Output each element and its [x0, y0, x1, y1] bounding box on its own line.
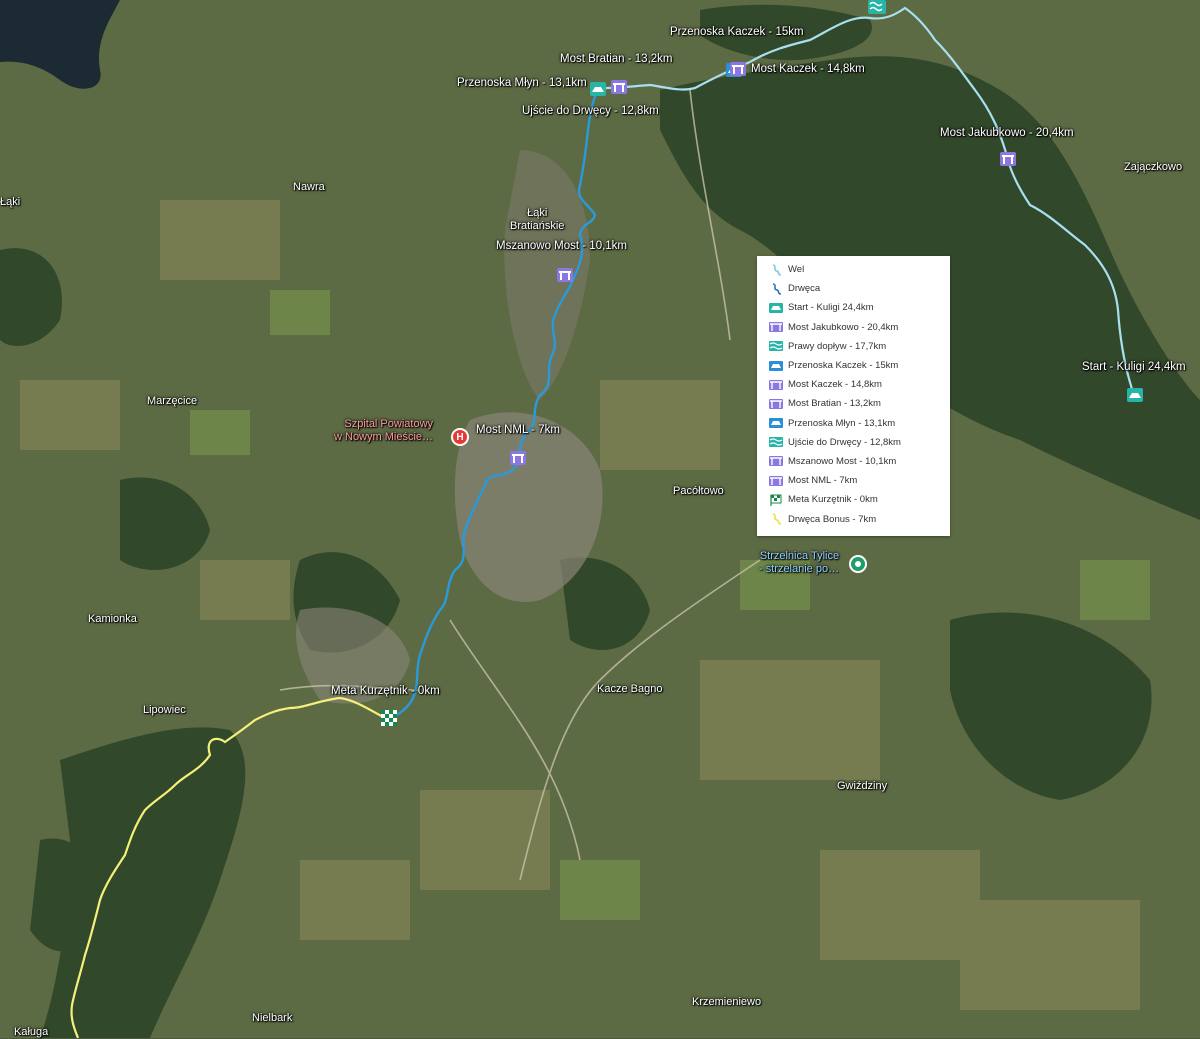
legend-item-label: Drwęca: [788, 283, 821, 295]
legend-item[interactable]: Przenoska Kaczek - 15km: [757, 356, 950, 375]
legend-item-label: Start - Kuligi 24,4km: [788, 302, 874, 314]
portage-icon: [769, 360, 783, 371]
place-label-zajaczkowo: Zajączkowo: [1124, 161, 1183, 173]
legend-item[interactable]: Prawy dopływ - 17,7km: [757, 337, 950, 356]
legend-item-label: Most Bratian - 13,2km: [788, 398, 881, 410]
route-label-przenoska-kaczek[interactable]: Przenoska Kaczek - 15km: [670, 26, 804, 39]
legend-item-label: Meta Kurzętnik - 0km: [788, 494, 878, 506]
legend-item-label: Mszanowo Most - 10,1km: [788, 455, 897, 467]
legend-item[interactable]: Wel: [757, 260, 950, 279]
legend-item[interactable]: Meta Kurzętnik - 0km: [757, 490, 950, 509]
legend-item[interactable]: Most Bratian - 13,2km: [757, 394, 950, 413]
water-icon: [769, 341, 783, 352]
legend-item-label: Most Kaczek - 14,8km: [788, 379, 882, 391]
route-label-start[interactable]: Start - Kuligi 24,4km: [1082, 361, 1186, 374]
hospital-label[interactable]: Szpital Powiatowy w Nowym Mieście…: [334, 418, 433, 444]
water-icon: [769, 437, 783, 448]
route-label-most-kaczek[interactable]: Most Kaczek - 14,8km: [751, 63, 865, 76]
legend-item-label: Ujście do Drwęcy - 12,8km: [788, 436, 901, 448]
start-kayak-marker: [1127, 388, 1143, 402]
location-pin-icon[interactable]: [849, 555, 867, 573]
legend-item[interactable]: Start - Kuligi 24,4km: [757, 298, 950, 317]
route-label-most-nml[interactable]: Most NML - 7km: [476, 424, 560, 437]
kayak-icon: [769, 302, 783, 313]
river-line-icon: [772, 263, 782, 276]
legend-item-label: Prawy dopływ - 17,7km: [788, 340, 887, 352]
map-legend: Wel Drwęca Start - Kuligi 24,4km Most Jakub…: [757, 256, 950, 536]
place-label-nawra: Nawra: [293, 181, 325, 193]
bridge-marker-bratian: [611, 80, 627, 94]
river-line-icon: [772, 282, 782, 295]
bridge-icon: [769, 398, 783, 409]
legend-item[interactable]: Mszanowo Most - 10,1km: [757, 452, 950, 471]
legend-item-label: Drwęca Bonus - 7km: [788, 513, 877, 525]
legend-item-label: Wel: [788, 264, 805, 276]
place-label-nielbark: Nielbark: [252, 1012, 293, 1024]
route-label-most-bratian[interactable]: Most Bratian - 13,2km: [560, 53, 672, 66]
water-marker-prawy: [868, 0, 886, 14]
bridge-marker-mszanowo: [557, 268, 573, 282]
route-label-mszanowo[interactable]: Mszanowo Most - 10,1km: [496, 240, 627, 253]
legend-item[interactable]: Most NML - 7km: [757, 471, 950, 490]
legend-item[interactable]: Przenoska Młyn - 13,1km: [757, 414, 950, 433]
legend-item-label: Most Jakubkowo - 20,4km: [788, 321, 899, 333]
bridge-marker-kaczek: [730, 62, 746, 76]
place-label-laki-edge: Łąki: [0, 196, 21, 208]
place-label-kaluga: Kaługa: [14, 1026, 49, 1038]
bridge-icon: [769, 456, 783, 467]
place-label-pacoltowo: Pacółtowo: [673, 485, 724, 497]
route-label-przenoska-mlyn[interactable]: Przenoska Młyn - 13,1km: [457, 77, 587, 90]
legend-item-label: Przenoska Młyn - 13,1km: [788, 417, 896, 429]
bridge-icon: [769, 322, 783, 333]
satellite-map[interactable]: [0, 0, 1200, 1038]
legend-item[interactable]: Drwęca Bonus - 7km: [757, 509, 950, 528]
place-label-laki: Łąki Bratiańskie: [510, 207, 565, 232]
hospital-icon[interactable]: H: [451, 428, 469, 446]
legend-item[interactable]: Most Kaczek - 14,8km: [757, 375, 950, 394]
poi-label[interactable]: Strzelnica Tylice - strzelanie po…: [759, 550, 839, 576]
route-label-meta[interactable]: Meta Kurzętnik - 0km: [331, 685, 440, 698]
bridge-marker-jakubkowo: [1000, 152, 1016, 166]
portage-marker-mlyn: [590, 82, 606, 96]
legend-item-label: Most NML - 7km: [788, 475, 858, 487]
bridge-icon: [769, 475, 783, 486]
portage-icon: [769, 418, 783, 429]
route-label-ujscie[interactable]: Ujście do Drwęcy - 12,8km: [522, 105, 659, 118]
place-label-kamionka: Kamionka: [88, 613, 137, 625]
place-label-kacze-bagno: Kacze Bagno: [597, 683, 663, 695]
place-label-marzecice: Marzęcice: [147, 395, 198, 407]
legend-item[interactable]: Most Jakubkowo - 20,4km: [757, 318, 950, 337]
river-line-icon: [772, 513, 782, 525]
bridge-marker-nml: [510, 451, 526, 465]
legend-item[interactable]: Drwęca: [757, 279, 950, 298]
place-label-gwizdziny: Gwiździny: [837, 780, 888, 792]
bridge-icon: [769, 379, 783, 390]
checkered-flag-icon: [770, 494, 782, 506]
finish-flag-marker: [381, 710, 397, 726]
route-label-most-jakubkowo[interactable]: Most Jakubkowo - 20,4km: [940, 127, 1074, 140]
legend-item[interactable]: Ujście do Drwęcy - 12,8km: [757, 433, 950, 452]
place-label-lipowiec: Lipowiec: [143, 704, 186, 716]
legend-item-label: Przenoska Kaczek - 15km: [788, 360, 899, 372]
place-label-krzemieniewo: Krzemieniewo: [692, 996, 762, 1008]
